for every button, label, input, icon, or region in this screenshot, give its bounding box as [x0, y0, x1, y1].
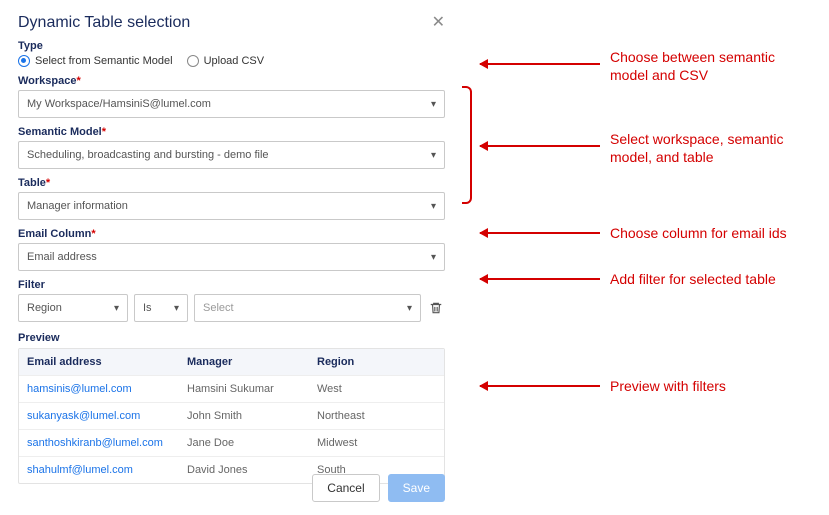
chevron-down-icon: ▾	[431, 150, 436, 161]
radio-semantic-model[interactable]: Select from Semantic Model	[18, 55, 173, 67]
trash-icon	[429, 301, 443, 315]
close-icon[interactable]: ✕	[432, 15, 445, 31]
filter-field-select[interactable]: Region ▾	[18, 294, 128, 322]
table-select[interactable]: Manager information ▾	[18, 192, 445, 220]
annotation-arrow	[480, 385, 600, 387]
email-column-value: Email address	[27, 251, 97, 263]
filter-label: Filter	[18, 279, 445, 291]
annotation-text: Add filter for selected table	[610, 270, 776, 288]
semantic-model-select[interactable]: Scheduling, broadcasting and bursting - …	[18, 141, 445, 169]
chevron-down-icon: ▾	[174, 303, 179, 314]
col-email: Email address	[19, 349, 179, 375]
col-manager: Manager	[179, 349, 309, 375]
filter-value-placeholder: Select	[203, 302, 234, 314]
col-region: Region	[309, 349, 444, 375]
filter-operator-select[interactable]: Is ▾	[134, 294, 188, 322]
table-row: sukanyask@lumel.com John Smith Northeast	[19, 403, 444, 430]
annotation-arrow	[480, 145, 600, 147]
email-column-select[interactable]: Email address ▾	[18, 243, 445, 271]
table-row: hamsinis@lumel.com Hamsini Sukumar West	[19, 376, 444, 403]
chevron-down-icon: ▾	[114, 303, 119, 314]
table-label: Table*	[18, 177, 445, 189]
cell-region: Midwest	[309, 430, 444, 456]
delete-filter-button[interactable]	[427, 299, 445, 317]
save-button[interactable]: Save	[388, 474, 445, 502]
annotation-text: Choose column for email ids	[610, 224, 787, 242]
cell-region: West	[309, 376, 444, 402]
cell-email[interactable]: santhoshkiranb@lumel.com	[19, 430, 179, 456]
filter-field-value: Region	[27, 302, 62, 314]
cell-email[interactable]: sukanyask@lumel.com	[19, 403, 179, 429]
table-value: Manager information	[27, 200, 128, 212]
chevron-down-icon: ▾	[407, 303, 412, 314]
radio-semantic-label: Select from Semantic Model	[35, 55, 173, 67]
annotation-text: Preview with filters	[610, 377, 726, 395]
cancel-button[interactable]: Cancel	[312, 474, 379, 502]
type-label: Type	[18, 40, 445, 52]
annotation-arrow	[480, 278, 600, 280]
workspace-label: Workspace*	[18, 75, 445, 87]
chevron-down-icon: ▾	[431, 252, 436, 263]
radio-icon	[187, 55, 199, 67]
filter-value-select[interactable]: Select ▾	[194, 294, 421, 322]
filter-operator-value: Is	[143, 302, 152, 314]
annotation-text: Choose between semantic model and CSV	[610, 48, 775, 84]
cell-email[interactable]: shahulmf@lumel.com	[19, 457, 179, 483]
email-column-label: Email Column*	[18, 228, 445, 240]
radio-icon	[18, 55, 30, 67]
chevron-down-icon: ▾	[431, 201, 436, 212]
cell-manager: Hamsini Sukumar	[179, 376, 309, 402]
chevron-down-icon: ▾	[431, 99, 436, 110]
preview-table: Email address Manager Region hamsinis@lu…	[18, 348, 445, 484]
table-row: santhoshkiranb@lumel.com Jane Doe Midwes…	[19, 430, 444, 457]
cell-manager: Jane Doe	[179, 430, 309, 456]
cell-manager: David Jones	[179, 457, 309, 483]
preview-label: Preview	[18, 332, 445, 344]
annotation-bracket	[462, 86, 472, 204]
dynamic-table-dialog: Dynamic Table selection ✕ Type Select fr…	[4, 4, 459, 512]
annotation-text: Select workspace, semantic model, and ta…	[610, 130, 784, 166]
radio-upload-csv[interactable]: Upload CSV	[187, 55, 265, 67]
cell-manager: John Smith	[179, 403, 309, 429]
dialog-title: Dynamic Table selection	[18, 14, 190, 32]
radio-csv-label: Upload CSV	[204, 55, 265, 67]
workspace-select[interactable]: My Workspace/HamsiniS@lumel.com ▾	[18, 90, 445, 118]
semantic-model-label: Semantic Model*	[18, 126, 445, 138]
cell-region: Northeast	[309, 403, 444, 429]
table-header-row: Email address Manager Region	[19, 349, 444, 376]
annotation-arrow	[480, 63, 600, 65]
workspace-value: My Workspace/HamsiniS@lumel.com	[27, 98, 211, 110]
annotation-arrow	[480, 232, 600, 234]
semantic-model-value: Scheduling, broadcasting and bursting - …	[27, 149, 269, 161]
cell-email[interactable]: hamsinis@lumel.com	[19, 376, 179, 402]
